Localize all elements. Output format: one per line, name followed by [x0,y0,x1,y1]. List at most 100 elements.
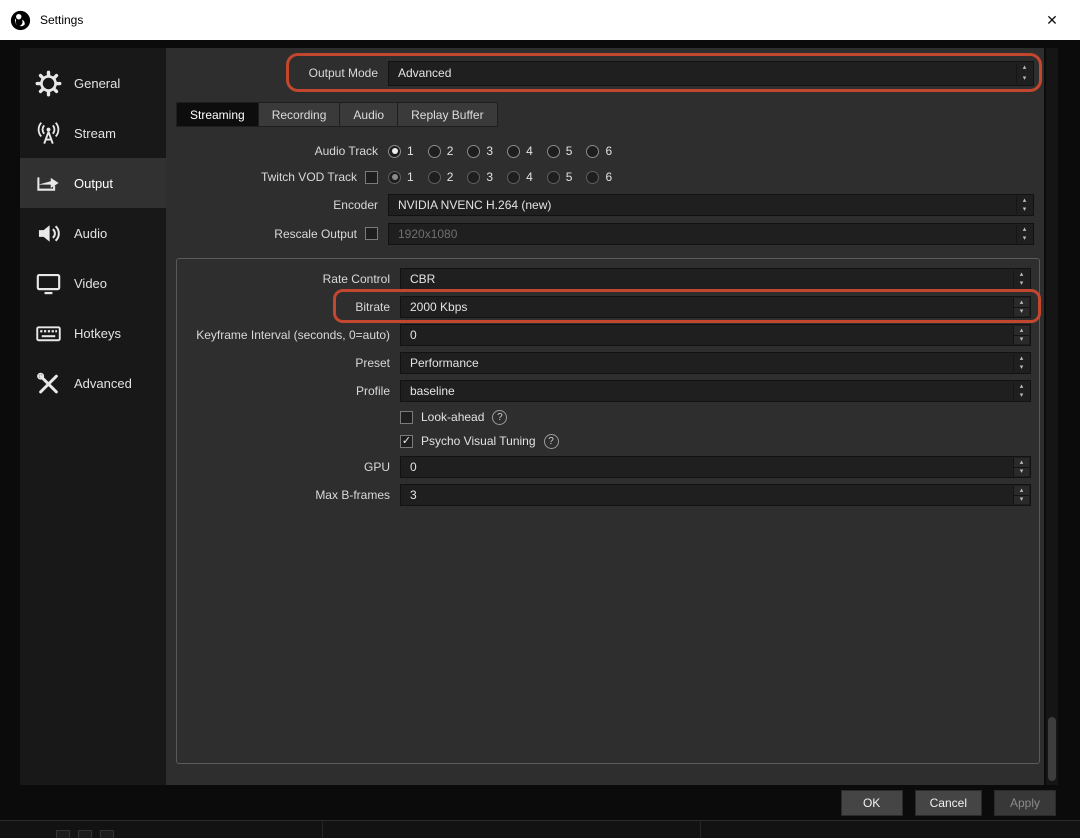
dock-divider [322,821,323,838]
rescale-output-row: Rescale Output 1920x1080 ▴ ▾ [166,219,1034,248]
twitch-vod-radio-5[interactable] [546,170,560,184]
sidebar-item-label: Video [74,275,108,291]
look-ahead-help-icon[interactable]: ? [492,409,508,425]
audio-track-radio-6[interactable] [586,144,600,158]
output-settings-panel: Output Mode Advanced ▴ ▾ Streaming Recor… [166,48,1044,785]
profile-select[interactable]: baseline ▴ ▾ [400,380,1031,402]
background-toolbar-button [100,830,114,838]
twitch-vod-radio-4[interactable] [507,170,521,184]
sidebar-item-general[interactable]: General [20,58,166,108]
chevron-up-icon[interactable]: ▴ [1017,196,1032,205]
sidebar-item-label: General [74,75,121,91]
audio-track-radio-5[interactable] [546,144,560,158]
sidebar-item-stream[interactable]: Stream [20,108,166,158]
spin-arrows: ▴ ▾ [1013,298,1029,316]
tab-audio[interactable]: Audio [340,102,399,127]
scrollbar-thumb[interactable] [1048,717,1056,781]
chevron-up-icon[interactable]: ▴ [1014,382,1029,391]
output-tabs: Streaming Recording Audio Replay Buffer [176,102,498,127]
spin-down-icon[interactable]: ▾ [1013,307,1029,316]
chevron-up-icon[interactable]: ▴ [1017,225,1032,234]
sidebar-item-output[interactable]: Output [20,158,166,208]
sidebar-item-video[interactable]: Video [20,258,166,308]
tab-replay-buffer[interactable]: Replay Buffer [398,102,498,127]
spin-up-icon[interactable]: ▴ [1013,486,1029,496]
keyframe-interval-spinbox[interactable]: 0 ▴ ▾ [400,324,1031,346]
look-ahead-checkbox[interactable] [400,410,413,424]
audio-track-radio-3[interactable] [467,144,481,158]
twitch-vod-radio-2[interactable] [427,170,441,184]
audio-track-radio-2[interactable] [427,144,441,158]
sidebar-item-advanced[interactable]: Advanced [20,358,166,408]
tab-streaming[interactable]: Streaming [176,102,259,127]
max-bframes-label: Max B-frames [315,488,390,502]
psycho-visual-tuning-label: Psycho Visual Tuning [421,434,536,448]
look-ahead-label: Look-ahead [421,410,485,424]
spin-up-icon[interactable]: ▴ [1013,326,1029,336]
spin-up-icon[interactable]: ▴ [1013,458,1029,468]
combo-arrows: ▴ ▾ [1016,195,1032,214]
psycho-visual-tuning-help-icon[interactable]: ? [543,433,559,449]
monitor-icon [33,268,63,298]
twitch-vod-radio-6[interactable] [586,170,600,184]
broadcast-icon [33,118,63,148]
chevron-up-icon[interactable]: ▴ [1014,270,1029,279]
audio-track-radio-1[interactable] [388,144,401,158]
max-bframes-row: Max B-frames 3 ▴ ▾ [178,481,1031,509]
twitch-vod-radio-1[interactable] [388,170,401,184]
chevron-down-icon[interactable]: ▾ [1014,279,1029,288]
sidebar-item-label: Stream [74,125,116,141]
rate-control-select[interactable]: CBR ▴ ▾ [400,268,1031,290]
chevron-down-icon[interactable]: ▾ [1017,234,1032,243]
chevron-down-icon[interactable]: ▾ [1017,205,1032,214]
chevron-up-icon[interactable]: ▴ [1014,354,1029,363]
spin-up-icon[interactable]: ▴ [1013,298,1029,308]
spin-arrows: ▴ ▾ [1013,458,1029,476]
streaming-form: Audio Track 1 2 3 4 5 6 Twitch VOD Track… [166,138,1034,248]
encoder-select[interactable]: NVIDIA NVENC H.264 (new) ▴ ▾ [388,193,1034,216]
psycho-visual-tuning-row: ✓ Psycho Visual Tuning ? [178,429,1031,453]
spin-down-icon[interactable]: ▾ [1013,495,1029,504]
preset-row: Preset Performance ▴ ▾ [178,349,1031,377]
apply-button[interactable]: Apply [994,790,1056,816]
chevron-down-icon[interactable]: ▾ [1014,391,1029,400]
gpu-label: GPU [363,460,390,474]
rescale-output-label: Rescale Output [274,226,357,241]
spin-arrows: ▴ ▾ [1013,486,1029,504]
encoder-row: Encoder NVIDIA NVENC H.264 (new) ▴ ▾ [166,190,1034,219]
tab-recording[interactable]: Recording [258,102,341,127]
tools-icon [33,368,63,398]
max-bframes-spinbox[interactable]: 3 ▴ ▾ [400,484,1031,506]
spin-down-icon[interactable]: ▾ [1013,335,1029,344]
output-mode-select[interactable]: Advanced ▴ ▾ [388,60,1034,86]
sidebar-item-label: Output [74,175,114,191]
twitch-vod-radio-3[interactable] [467,170,481,184]
sidebar-item-audio[interactable]: Audio [20,208,166,258]
spin-arrows: ▴ ▾ [1013,326,1029,344]
ok-button[interactable]: OK [840,790,903,816]
rescale-output-select[interactable]: 1920x1080 ▴ ▾ [388,222,1034,245]
chevron-down-icon[interactable]: ▾ [1014,363,1029,372]
background-toolbar-button [56,830,70,838]
sidebar-item-hotkeys[interactable]: Hotkeys [20,308,166,358]
close-icon[interactable]: ✕ [1032,0,1072,40]
keyframe-interval-label: Keyframe Interval (seconds, 0=auto) [196,328,390,342]
sidebar-item-label: Audio [74,225,108,241]
chevron-down-icon[interactable]: ▾ [1017,73,1032,84]
cancel-button[interactable]: Cancel [914,790,982,816]
settings-sidebar: General Stream Output Audio Video Hotkey… [20,48,166,785]
bitrate-spinbox[interactable]: 2000 Kbps ▴ ▾ [400,296,1031,318]
combo-arrows: ▴ ▾ [1016,224,1032,243]
audio-track-radio-4[interactable] [507,144,521,158]
spin-down-icon[interactable]: ▾ [1013,467,1029,476]
gpu-spinbox[interactable]: 0 ▴ ▾ [400,456,1031,478]
look-ahead-row: Look-ahead ? [178,405,1031,429]
combo-arrows: ▴ ▾ [1013,270,1029,288]
sidebar-item-label: Hotkeys [74,325,121,341]
preset-select[interactable]: Performance ▴ ▾ [400,352,1031,374]
psycho-visual-tuning-checkbox[interactable]: ✓ [400,434,413,448]
settings-scrollbar[interactable] [1046,48,1058,785]
twitch-vod-checkbox[interactable] [365,170,378,184]
rescale-output-checkbox[interactable] [365,227,378,240]
chevron-up-icon[interactable]: ▴ [1017,63,1032,74]
